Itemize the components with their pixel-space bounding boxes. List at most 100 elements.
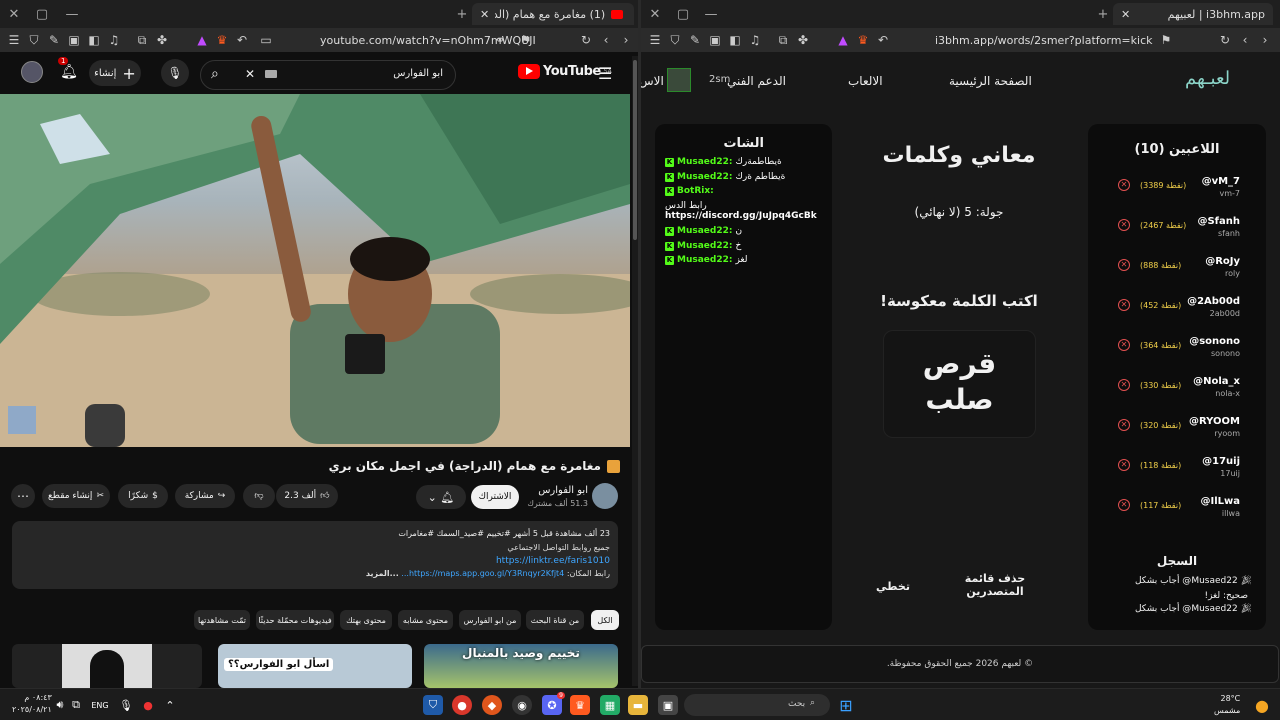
menu-icon[interactable]: ☰ <box>645 33 665 47</box>
app-icon[interactable]: ◆ <box>482 695 502 715</box>
shield-icon[interactable]: ⛉ <box>24 33 44 48</box>
subscribe-button[interactable]: الاشتراك <box>471 485 519 509</box>
user-avatar[interactable] <box>667 68 691 92</box>
language-indicator[interactable]: ENG <box>88 695 112 715</box>
skip-button[interactable]: تخطي <box>873 580 913 593</box>
player-row[interactable]: ✕ (320 نقطة) @RYOOM ryoom <box>1104 414 1250 448</box>
remove-player-icon[interactable]: ✕ <box>1118 419 1130 431</box>
player-row[interactable]: ✕ (117 نقطة) @IlLwa illwa <box>1104 494 1250 528</box>
player-row[interactable]: ✕ (330 نقطة) @Nola_x nola-x <box>1104 374 1250 408</box>
nav-games[interactable]: الالعاب <box>848 74 883 88</box>
minimize-icon[interactable]: — <box>697 7 725 22</box>
search-icon[interactable]: ⌕ <box>211 66 219 82</box>
chip-all[interactable]: الكل <box>591 610 619 630</box>
remove-player-icon[interactable]: ✕ <box>1118 219 1130 231</box>
wallet-icon[interactable]: ▣ <box>705 33 725 47</box>
recording-icon[interactable]: ● <box>138 695 158 715</box>
tab-l3bhm[interactable]: ✕ لعبيهم | i3bhm.app <box>1113 3 1273 25</box>
screenshot-icon[interactable]: ⧉ <box>773 33 793 48</box>
remove-player-icon[interactable]: ✕ <box>1118 299 1130 311</box>
chip-for-you[interactable]: محتوى بهتك <box>340 610 392 630</box>
sidebar-icon[interactable]: ◧ <box>725 33 745 47</box>
music-icon[interactable]: ♫ <box>745 33 765 47</box>
puzzle-icon[interactable]: ✤ <box>152 33 172 47</box>
search-input[interactable]: ابو الفوارس <box>393 68 443 79</box>
chip-from-search[interactable]: من قناة البحث <box>526 610 584 630</box>
discord-icon[interactable]: ✪ 9 <box>542 692 565 715</box>
more-actions-button[interactable]: ⋯ <box>11 484 35 508</box>
remove-player-icon[interactable]: ✕ <box>1118 179 1130 191</box>
player-row[interactable]: ✕ (2467 نقطة) @Sfanh sfanh <box>1104 214 1250 248</box>
screenshot-icon[interactable]: ⧉ <box>132 33 152 48</box>
notification-bell-button[interactable]: ⌄ 🔔︎ <box>416 485 466 509</box>
reload-back-icon[interactable]: ↶ <box>873 33 893 47</box>
reader-icon[interactable]: ▭ <box>256 33 276 47</box>
create-button[interactable]: إنشاء + <box>89 60 141 86</box>
puzzle-icon[interactable]: ✤ <box>793 33 813 47</box>
nav-home[interactable]: الصفحة الرئيسية <box>949 74 1032 88</box>
brave-icon[interactable]: ♛ <box>570 695 590 715</box>
close-window-icon[interactable]: ✕ <box>0 7 28 22</box>
url-text[interactable]: i3bhm.app/words/2smer?platform=kick <box>935 34 1152 47</box>
channel-avatar[interactable] <box>592 483 618 509</box>
clock-date[interactable]: ٠٨:٤٣ م ٢٠٢٥/٠٨/٢١ <box>12 692 52 716</box>
tab-youtube[interactable]: ✕ (1) مغامرة مع همام (الدراجة) ف... <box>472 3 634 25</box>
shield-icon[interactable]: ⛉ <box>665 33 685 48</box>
chip-watched[interactable]: تمّت مشاهدتها <box>194 610 250 630</box>
chat-message[interactable]: https://discord.gg/JuJpq4GcBk <box>665 211 832 221</box>
app-icon[interactable]: ⛉ <box>423 695 443 715</box>
show-more[interactable]: ...المزيد <box>366 569 399 578</box>
chip-from-channel[interactable]: من ابو الفوارس <box>459 610 521 630</box>
close-window-icon[interactable]: ✕ <box>641 7 669 22</box>
extension-icon[interactable]: ✎ <box>44 33 64 47</box>
maximize-icon[interactable]: ▢ <box>28 7 56 22</box>
aurora-icon[interactable]: ▲ <box>192 33 212 47</box>
wallet-icon[interactable]: ▣ <box>64 33 84 47</box>
thumbnail[interactable]: اسأل ابو الفوارس؟؟ <box>218 644 412 688</box>
remove-player-icon[interactable]: ✕ <box>1118 459 1130 471</box>
sidebar-icon[interactable]: ◧ <box>84 33 104 47</box>
dislike-button[interactable]: 👎︎ <box>243 484 275 508</box>
forward-icon[interactable]: › <box>616 33 636 47</box>
link-icon[interactable]: ⚭ <box>490 33 510 47</box>
extension-icon[interactable]: ✎ <box>685 33 705 47</box>
video-player[interactable] <box>0 94 630 447</box>
maximize-icon[interactable]: ▢ <box>669 7 697 22</box>
tab-close-icon[interactable]: ✕ <box>480 8 489 21</box>
chip-recent[interactable]: فيديوهات محمّلة حديثًا <box>256 610 334 630</box>
brave-shield-icon[interactable]: ♛ <box>853 33 873 47</box>
chrome-icon[interactable]: ● <box>452 695 472 715</box>
guide-menu-icon[interactable]: ☰ <box>598 64 612 83</box>
remove-player-icon[interactable]: ✕ <box>1118 499 1130 511</box>
player-row[interactable]: ✕ (452 نقطة) @2Ab00d 2ab00d <box>1104 294 1250 328</box>
thumbnail[interactable]: تخييم وصيد بالمنبال <box>424 644 618 688</box>
player-row[interactable]: ✕ (364 نقطة) @sonono sonono <box>1104 334 1250 368</box>
site-logo[interactable]: لعبـهم <box>1185 68 1230 89</box>
microphone-icon[interactable]: 🎙︎ <box>116 695 136 715</box>
nav-extra[interactable]: الاس <box>641 74 664 88</box>
notifications-icon[interactable]: 🔔︎ 1 <box>58 57 80 83</box>
bookmark-icon[interactable]: ⚑ <box>516 33 536 47</box>
forward-icon[interactable]: › <box>1255 33 1275 47</box>
taskbar-search[interactable]: ⌕ بحث <box>684 694 830 716</box>
voice-search-button[interactable]: 🎙︎ <box>161 59 189 87</box>
reload-back-icon[interactable]: ↶ <box>232 33 252 47</box>
map-link[interactable]: https://maps.app.goo.gl/Y3Rnqyr2Kfjt4... <box>401 569 564 578</box>
like-button[interactable]: 2.3 ألف 👍︎ <box>276 484 338 508</box>
chip-related[interactable]: محتوى مشابه <box>398 610 453 630</box>
menu-icon[interactable]: ☰ <box>4 33 24 47</box>
clear-search-icon[interactable]: ✕ <box>245 67 255 81</box>
channel-name[interactable]: ابو الفوارس <box>538 485 588 496</box>
start-icon[interactable]: ⊞ <box>836 695 856 715</box>
network-icon[interactable]: ⧉ <box>66 695 86 715</box>
players-list[interactable]: ✕ (3389 نقطة) @vM_7 vm-7 ✕ (2467 نقطة) @Sfanh… <box>1088 174 1266 540</box>
back-icon[interactable]: ‹ <box>1235 33 1255 47</box>
description-box[interactable]: 23 ألف مشاهدة قبل 5 أشهر #تخييم #صيد_الس… <box>12 521 618 589</box>
weather-widget[interactable]: 28°C مشمس <box>1214 693 1240 717</box>
thanks-button[interactable]: شكرًا $ <box>118 484 168 508</box>
nav-support[interactable]: الدعم الفني <box>727 74 786 88</box>
player-row[interactable]: ✕ (118 نقطة) @17uij 17uij <box>1104 454 1250 488</box>
bookmark-icon[interactable]: ⚑ <box>1156 33 1176 47</box>
file-explorer-icon[interactable]: ▬ <box>628 695 648 715</box>
reload-icon[interactable]: ↻ <box>1215 33 1235 47</box>
